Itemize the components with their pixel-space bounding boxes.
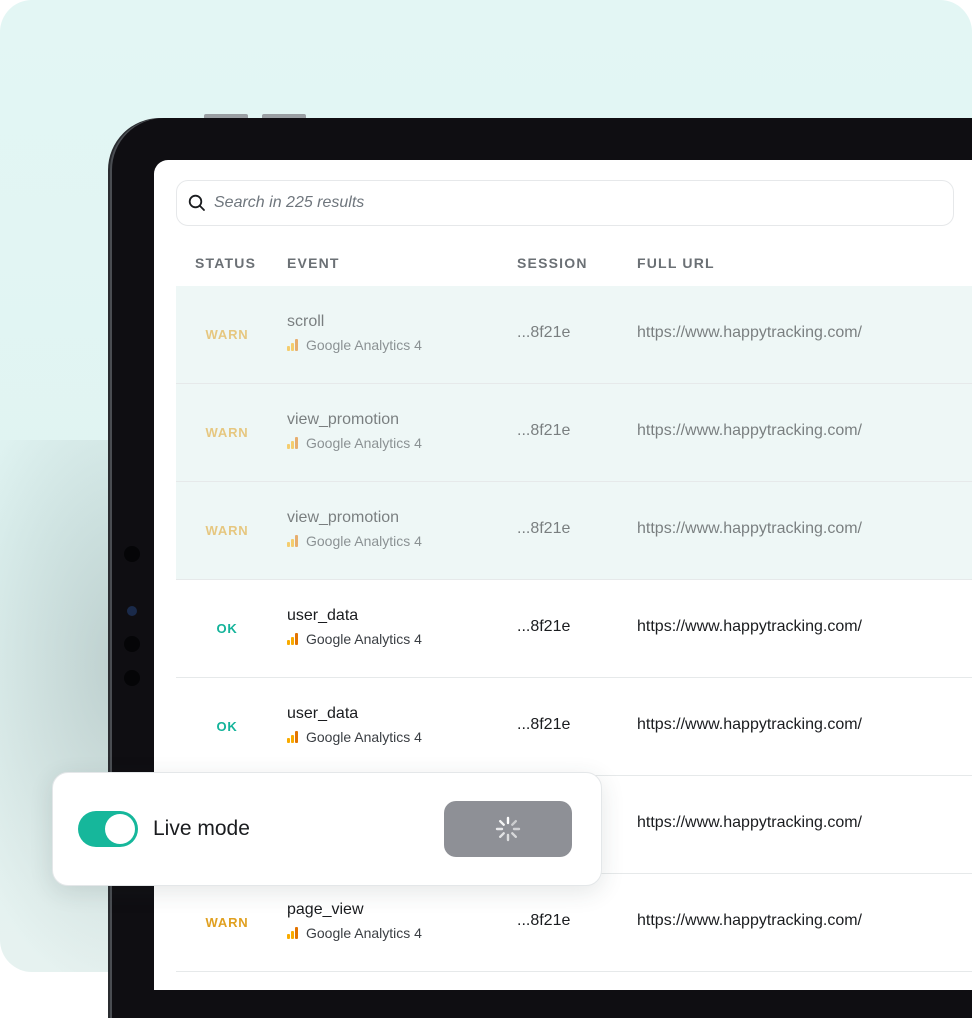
event-source: Google Analytics 4 (287, 729, 422, 745)
session-id: ...8f21e (517, 324, 571, 341)
google-analytics-icon (287, 927, 299, 939)
event-source-label: Google Analytics 4 (306, 925, 422, 941)
event-name: user_data (287, 705, 359, 722)
table-row[interactable]: OK user_data Google Analytics 4 ...8f21e htt… (176, 580, 972, 678)
status-badge: OK (216, 621, 238, 636)
live-mode-refresh-button[interactable] (444, 801, 572, 857)
device-sensor (124, 670, 140, 686)
live-mode-label: Live mode (153, 817, 250, 840)
event-name: view_promotion (287, 509, 400, 526)
event-source-label: Google Analytics 4 (306, 631, 422, 647)
spinner-icon (495, 816, 521, 842)
google-analytics-icon (287, 339, 299, 351)
status-badge: WARN (205, 327, 249, 342)
event-cell: page_view Google Analytics 4 (287, 901, 422, 941)
table-row[interactable]: WARN view_promotion Google Analytics 4 ...8… (176, 384, 972, 482)
full-url: https://www.happytracking.com/ (637, 814, 862, 831)
event-source: Google Analytics 4 (287, 631, 422, 647)
event-name: page_view (287, 901, 364, 918)
live-mode-toggle[interactable] (78, 811, 138, 847)
session-id: ...8f21e (517, 520, 571, 537)
status-badge: WARN (205, 425, 249, 440)
event-source: Google Analytics 4 (287, 337, 422, 353)
full-url: https://www.happytracking.com/ (637, 324, 862, 341)
google-analytics-icon (287, 437, 299, 449)
event-source: Google Analytics 4 (287, 533, 422, 549)
session-id: ...8f21e (517, 422, 571, 439)
event-cell: view_promotion Google Analytics 4 (287, 411, 422, 451)
event-cell: scroll Google Analytics 4 (287, 313, 422, 353)
event-source: Google Analytics 4 (287, 435, 422, 451)
table-row[interactable]: OK user_data Google Analytics 4 ...8f21e htt… (176, 678, 972, 776)
event-name: view_promotion (287, 411, 400, 428)
google-analytics-icon (287, 731, 299, 743)
google-analytics-icon (287, 535, 299, 547)
column-header-event[interactable]: EVENT (287, 255, 340, 271)
search-input[interactable]: Search in 225 results (176, 180, 954, 226)
device-sensor (124, 636, 140, 652)
device-sensor (124, 546, 140, 562)
event-source: Google Analytics 4 (287, 925, 422, 941)
full-url: https://www.happytracking.com/ (637, 618, 862, 635)
live-mode-panel: Live mode (52, 772, 602, 886)
google-analytics-icon (287, 633, 299, 645)
table-row[interactable]: WARN view_promotion Google Analytics 4 ...8… (176, 482, 972, 580)
search-icon (188, 194, 205, 211)
session-id: ...8f21e (517, 716, 571, 733)
session-id: ...8f21e (517, 618, 571, 635)
table-header: STATUS EVENT SESSION FULL URL (154, 255, 972, 279)
table-row[interactable]: WARN scroll Google Analytics 4 ...8f21e http… (176, 286, 972, 384)
status-badge: WARN (205, 523, 249, 538)
column-header-full-url[interactable]: FULL URL (637, 255, 715, 271)
column-header-status[interactable]: STATUS (195, 255, 256, 271)
event-name: user_data (287, 607, 359, 624)
column-header-session[interactable]: SESSION (517, 255, 588, 271)
event-source-label: Google Analytics 4 (306, 729, 422, 745)
event-cell: user_data Google Analytics 4 (287, 705, 422, 745)
status-badge: WARN (205, 915, 249, 930)
table-row[interactable]: WARN page_view Google Analytics 4 ...8f21e h… (176, 874, 972, 972)
event-source-label: Google Analytics 4 (306, 435, 422, 451)
toggle-knob (105, 814, 135, 844)
full-url: https://www.happytracking.com/ (637, 520, 862, 537)
event-name: scroll (287, 313, 325, 330)
full-url: https://www.happytracking.com/ (637, 422, 862, 439)
search-placeholder: Search in 225 results (214, 194, 365, 211)
status-badge: OK (216, 719, 238, 734)
full-url: https://www.happytracking.com/ (637, 912, 862, 929)
event-cell: view_promotion Google Analytics 4 (287, 509, 422, 549)
full-url: https://www.happytracking.com/ (637, 716, 862, 733)
event-source-label: Google Analytics 4 (306, 533, 422, 549)
device-camera (127, 606, 137, 616)
event-cell: user_data Google Analytics 4 (287, 607, 422, 647)
event-source-label: Google Analytics 4 (306, 337, 422, 353)
session-id: ...8f21e (517, 912, 571, 929)
